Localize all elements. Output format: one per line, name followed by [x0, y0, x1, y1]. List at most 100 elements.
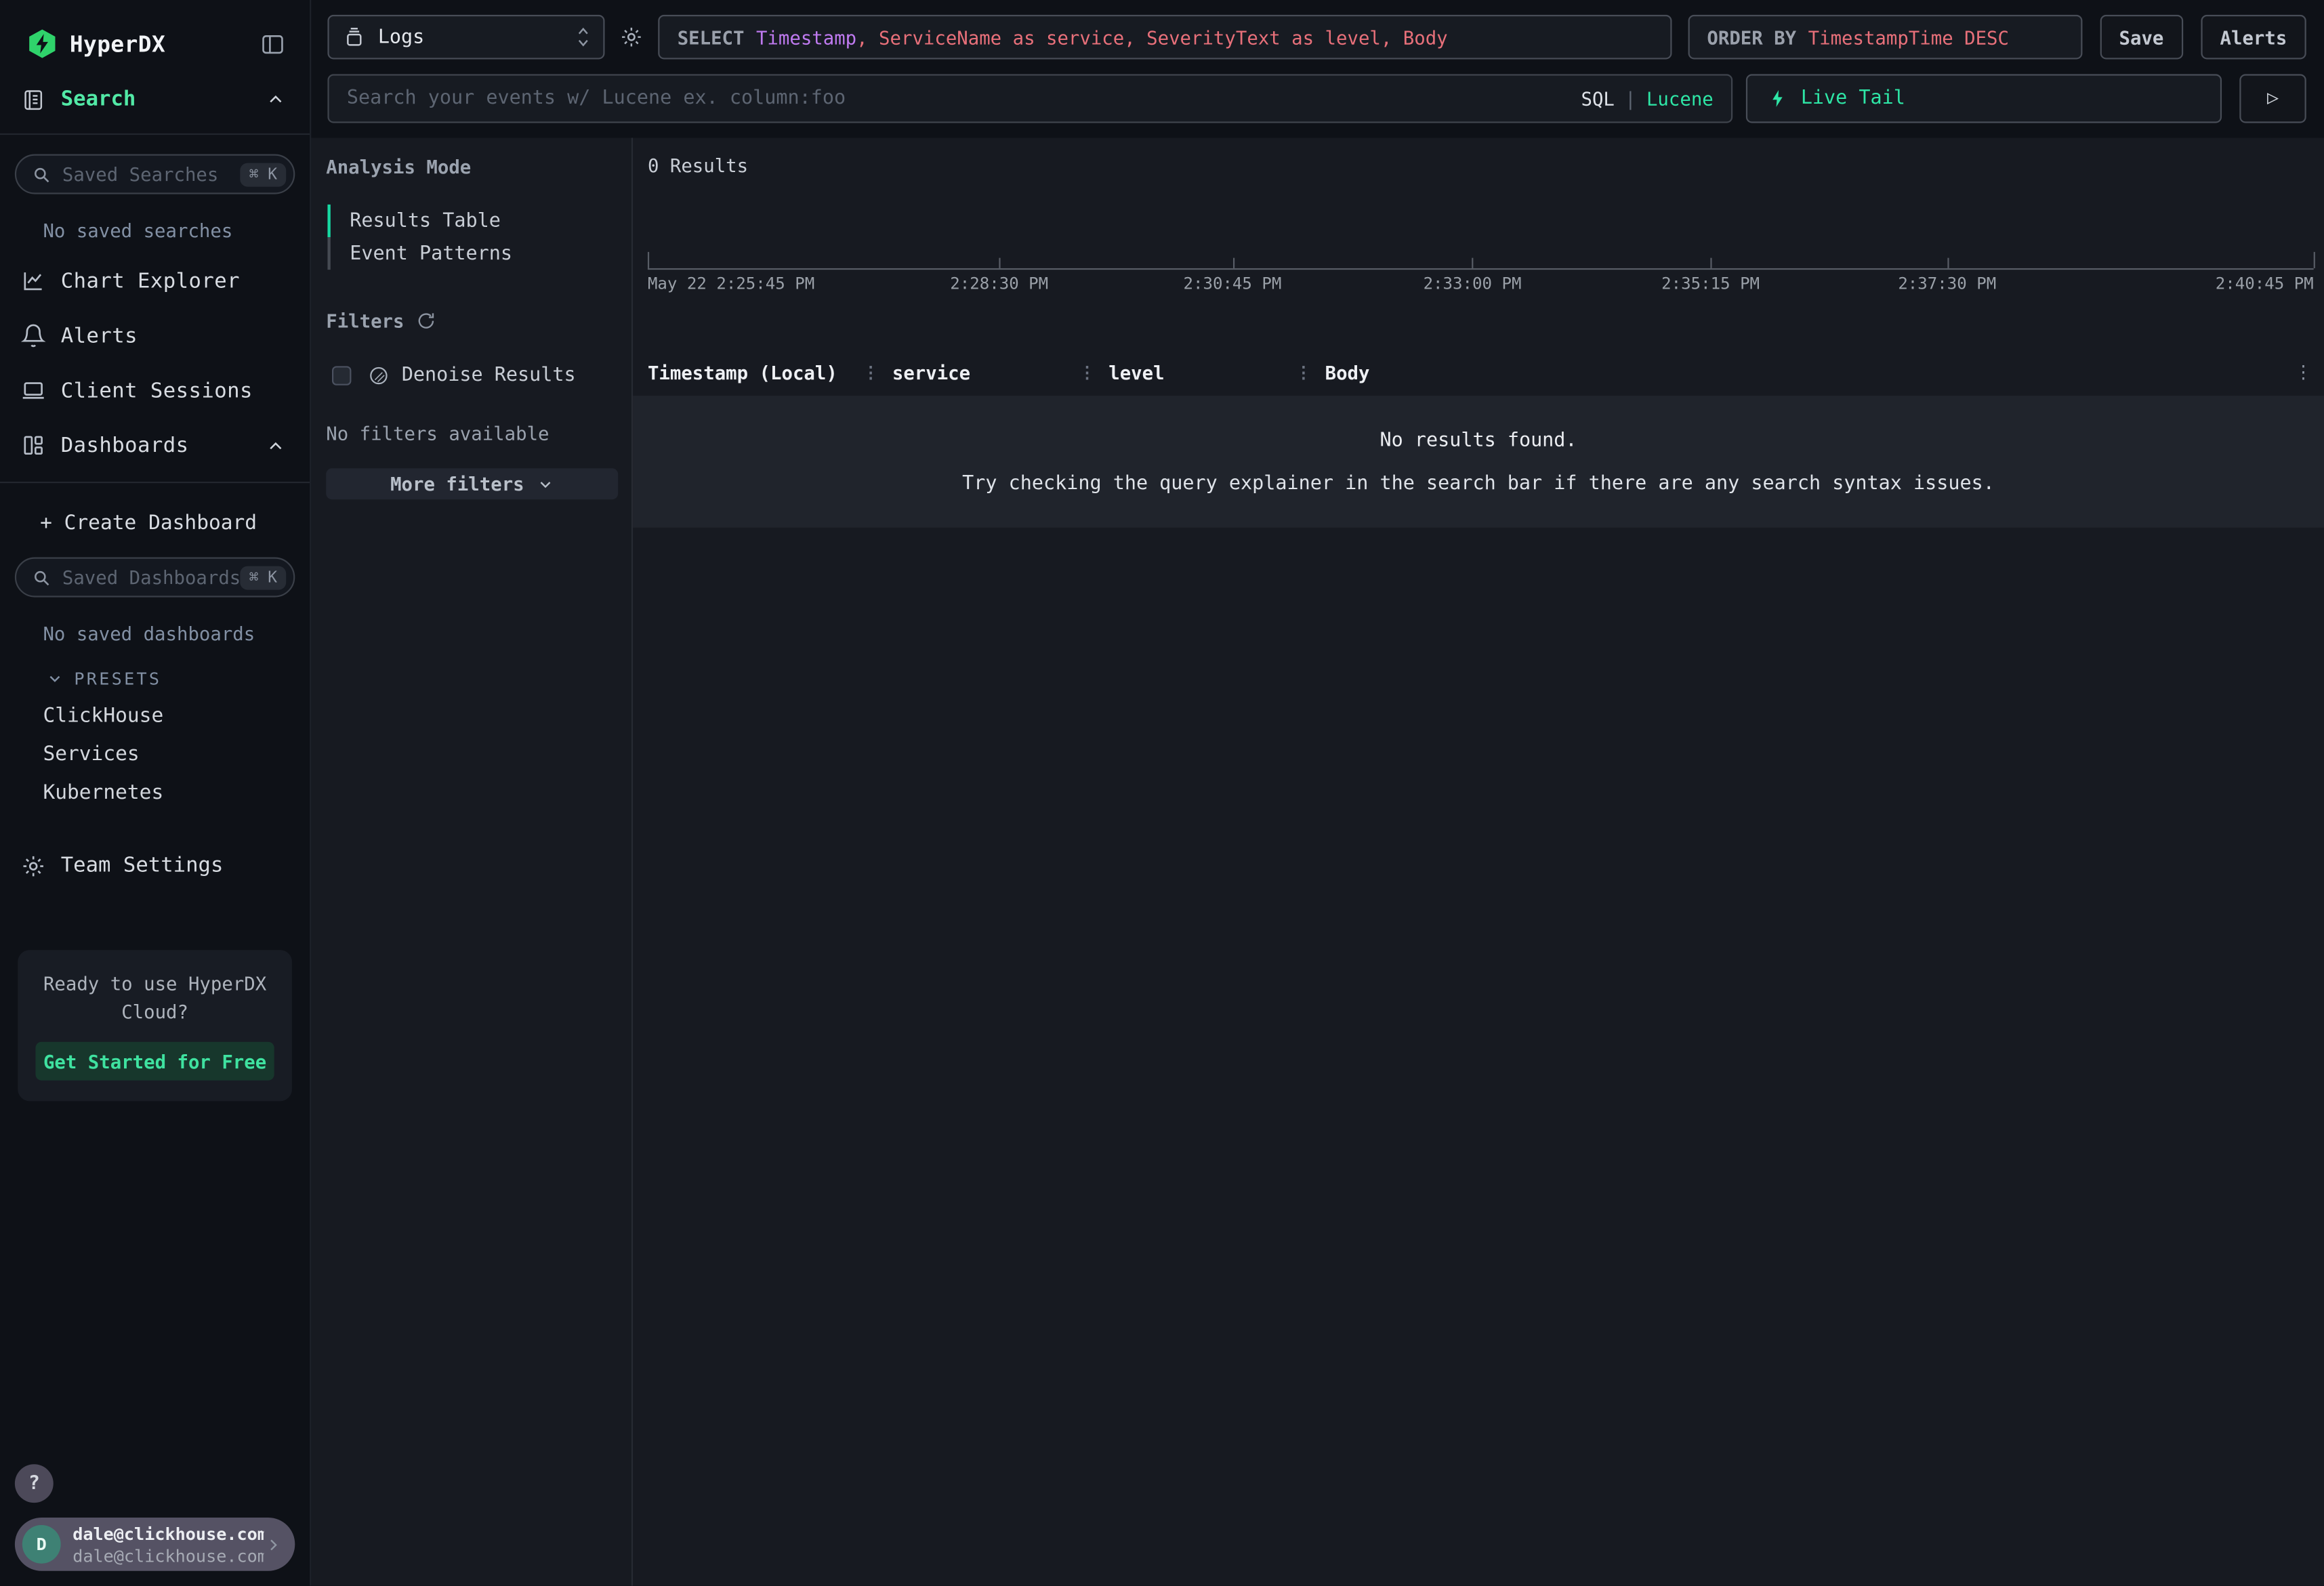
bell-icon	[21, 323, 46, 348]
sidebar-collapse-icon[interactable]	[260, 30, 286, 57]
saved-dashboards-search[interactable]: ⌘ K	[15, 558, 295, 598]
sidebar: HyperDX Search ⌘ K No saved searches Cha…	[0, 0, 311, 1586]
topbar-row-search: SQL | Lucene Live Tail ▷	[327, 74, 2306, 123]
refresh-icon[interactable]	[416, 310, 435, 332]
no-saved-dashboards-text: No saved dashboards	[43, 623, 310, 645]
column-header-timestamp[interactable]: Timestamp (Local)	[648, 361, 863, 383]
chart-icon	[21, 268, 46, 293]
hyperdx-logo-icon	[26, 28, 58, 60]
filters-heading: Filters	[326, 310, 404, 332]
sidebar-nav: Chart Explorer Alerts Client Sessions Da…	[0, 253, 310, 473]
presets-toggle[interactable]: PRESETS	[46, 669, 310, 690]
sidebar-item-client-sessions[interactable]: Client Sessions	[0, 363, 310, 418]
column-header-level[interactable]: ⋮ level	[1079, 361, 1295, 383]
preset-item-services[interactable]: Services	[43, 743, 310, 766]
sidebar-header: HyperDX	[0, 0, 310, 65]
saved-searches-search[interactable]: ⌘ K	[15, 154, 295, 194]
alerts-button[interactable]: Alerts	[2201, 15, 2306, 60]
user-menu[interactable]: D dale@clickhouse.com dale@clickhouse.co…	[15, 1518, 295, 1571]
sidebar-item-search[interactable]: Search	[0, 65, 310, 135]
column-header-body[interactable]: ⋮ Body	[1295, 361, 2309, 383]
event-search-input[interactable]	[329, 76, 1731, 122]
more-filters-label: More filters	[390, 473, 524, 495]
sidebar-footer: ? D dale@clickhouse.com dale@clickhouse.…	[0, 1464, 310, 1585]
column-drag-handle-icon[interactable]: ⋮	[1295, 362, 1312, 381]
user-info: dale@clickhouse.com dale@clickhouse.com'…	[72, 1523, 264, 1566]
user-email: dale@clickhouse.com	[72, 1523, 264, 1544]
chevron-up-icon	[266, 434, 287, 457]
time-tick-label: 2:35:15 PM	[1661, 274, 1760, 293]
source-select[interactable]: Logs	[327, 15, 604, 60]
mode-results-table[interactable]: Results Table	[327, 205, 618, 237]
analysis-mode-list: Results Table Event Patterns	[327, 205, 618, 270]
shortcut-badge: ⌘ K	[240, 163, 286, 186]
axis-tick	[999, 258, 1001, 268]
search-icon	[31, 164, 52, 185]
time-tick-label: 2:33:00 PM	[1424, 274, 1522, 293]
save-button[interactable]: Save	[2100, 15, 2183, 60]
gear-icon	[21, 853, 46, 878]
play-icon: ▷	[2267, 87, 2279, 110]
denoise-label: Denoise Results	[402, 364, 576, 387]
dashboard-icon	[21, 433, 46, 458]
lang-sql-option[interactable]: SQL	[1581, 87, 1614, 110]
chevron-down-icon	[46, 670, 64, 688]
divider	[0, 482, 310, 483]
time-tick-label: 2:37:30 PM	[1898, 274, 1996, 293]
more-filters-button[interactable]: More filters	[326, 468, 618, 499]
sidebar-item-label: Client Sessions	[61, 379, 253, 402]
live-tail-button[interactable]: Live Tail	[1746, 74, 2222, 123]
run-query-button[interactable]: ▷	[2239, 74, 2306, 123]
source-select-value: Logs	[378, 26, 424, 48]
sidebar-item-dashboards[interactable]: Dashboards	[0, 418, 310, 473]
chevron-down-icon	[536, 475, 554, 493]
sidebar-item-alerts[interactable]: Alerts	[0, 308, 310, 363]
column-label: Body	[1325, 361, 1370, 383]
axis-tick	[648, 252, 649, 268]
results-count: 0 Results	[648, 154, 2324, 177]
preset-item-kubernetes[interactable]: Kubernetes	[43, 781, 310, 805]
create-dashboard-label: + Create Dashboard	[40, 512, 257, 535]
help-button[interactable]: ?	[15, 1464, 54, 1503]
select-clause-input[interactable]: SELECTTimestamp, ServiceName as service,…	[658, 15, 1672, 60]
select-chevrons-icon	[575, 25, 592, 49]
lang-lucene-option[interactable]: Lucene	[1646, 87, 1714, 110]
column-label: Timestamp (Local)	[648, 361, 837, 383]
source-settings-button[interactable]	[605, 15, 659, 60]
results-area: 0 Results May 22 2:25:45 PM 2:28:30 PM 2…	[633, 138, 2324, 1585]
order-by-input[interactable]: ORDER BYTimestampTime DESC	[1688, 15, 2082, 60]
select-token-columns: , ServiceName as service, SeverityText a…	[856, 26, 1448, 48]
denoise-row: Denoise Results	[326, 364, 618, 387]
column-drag-handle-icon[interactable]: ⋮	[863, 362, 879, 381]
sidebar-item-label: Dashboards	[61, 434, 189, 457]
denoise-checkbox[interactable]	[332, 366, 351, 385]
event-search-bar: SQL | Lucene	[327, 74, 1732, 123]
results-timeline-chart[interactable]: May 22 2:25:45 PM 2:28:30 PM 2:30:45 PM …	[648, 176, 2314, 293]
create-dashboard-button[interactable]: + Create Dashboard	[0, 492, 310, 554]
user-subtitle: dale@clickhouse.com's	[72, 1545, 264, 1566]
journal-icon	[21, 87, 46, 112]
column-drag-handle-icon[interactable]: ⋮	[1079, 362, 1096, 381]
get-started-button[interactable]: Get Started for Free	[36, 1042, 274, 1081]
app-root: HyperDX Search ⌘ K No saved searches Cha…	[0, 0, 2324, 1586]
topbar-row-query: Logs SELECTTimestamp, ServiceName as ser…	[327, 15, 2306, 60]
preset-item-clickhouse[interactable]: ClickHouse	[43, 704, 310, 728]
lightning-icon	[1768, 87, 1787, 110]
saved-searches-input[interactable]	[62, 163, 241, 186]
column-label: level	[1108, 361, 1164, 383]
sidebar-item-chart-explorer[interactable]: Chart Explorer	[0, 253, 310, 308]
axis-tick	[2314, 252, 2315, 268]
sidebar-item-team-settings[interactable]: Team Settings	[0, 840, 310, 890]
analysis-mode-heading: Analysis Mode	[326, 156, 618, 178]
laptop-icon	[21, 378, 46, 403]
search-icon	[31, 567, 52, 588]
time-tick-label: 2:30:45 PM	[1183, 274, 1281, 293]
saved-dashboards-input[interactable]	[62, 566, 241, 589]
mode-event-patterns[interactable]: Event Patterns	[327, 237, 618, 270]
time-tick-label: May 22 2:25:45 PM	[648, 274, 814, 293]
axis-tick	[1947, 258, 1949, 268]
table-options-menu-icon[interactable]: ⋮	[2294, 362, 2312, 383]
time-axis-labels: May 22 2:25:45 PM 2:28:30 PM 2:30:45 PM …	[648, 274, 2314, 295]
column-header-service[interactable]: ⋮ service	[863, 361, 1079, 383]
sidebar-item-search-label: Search	[61, 87, 136, 111]
